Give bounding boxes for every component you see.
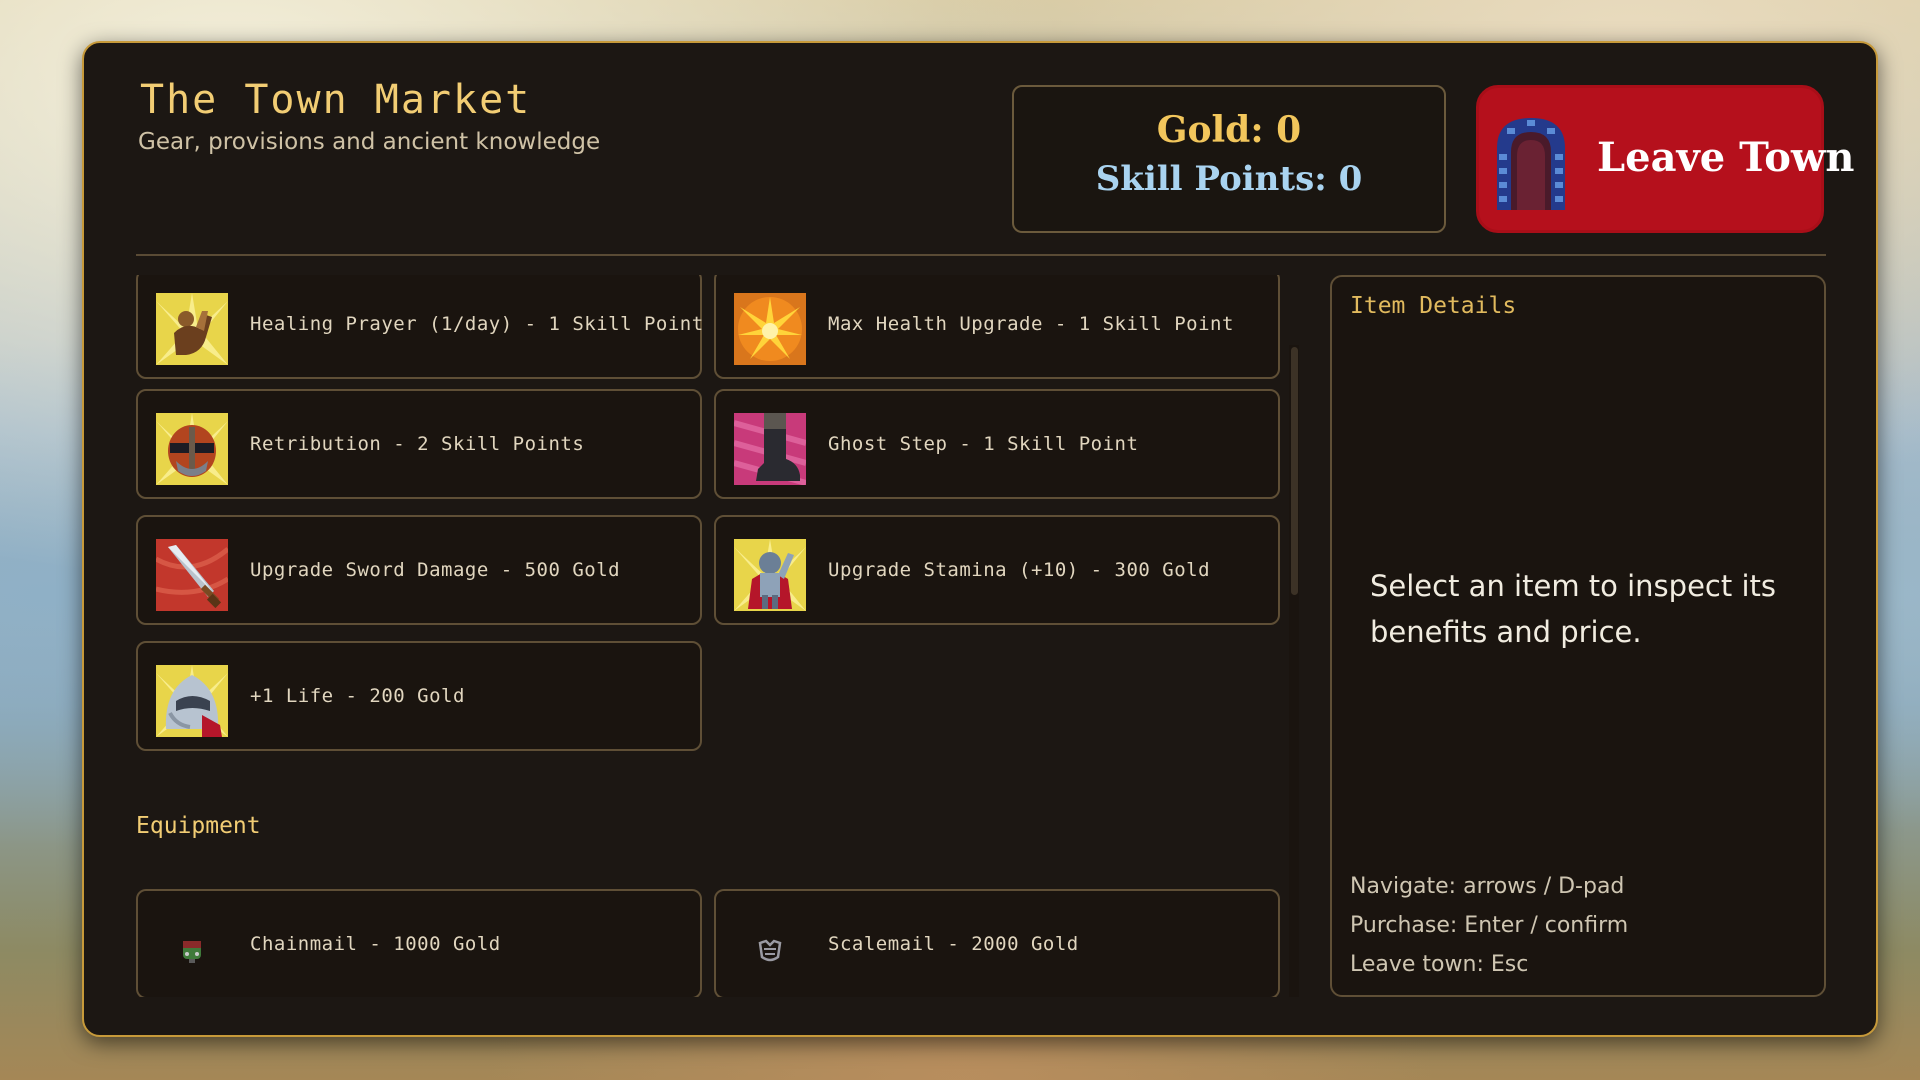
page-title: The Town Market bbox=[140, 77, 532, 123]
shop-item-healing-prayer[interactable]: Healing Prayer (1/day) - 1 Skill Point bbox=[136, 275, 704, 379]
shop-list: Healing Prayer (1/day) - 1 Skill Point M… bbox=[136, 275, 1296, 997]
sunburst-icon bbox=[734, 293, 806, 365]
shop-item-max-health-upgrade[interactable]: Max Health Upgrade - 1 Skill Point bbox=[714, 275, 1280, 379]
boot-icon bbox=[734, 413, 806, 485]
item-label: Healing Prayer (1/day) - 1 Skill Point bbox=[250, 313, 704, 335]
help-purchase: Purchase: Enter / confirm bbox=[1350, 913, 1629, 938]
help-navigate: Navigate: arrows / D-pad bbox=[1350, 874, 1625, 899]
knight-icon bbox=[734, 539, 806, 611]
scalemail-icon bbox=[758, 939, 782, 962]
page-subtitle: Gear, provisions and ancient knowledge bbox=[138, 129, 601, 155]
item-label: +1 Life - 200 Gold bbox=[250, 685, 465, 707]
chainmail-icon bbox=[183, 941, 201, 963]
skill-points-counter: Skill Points: 0 bbox=[1095, 159, 1363, 199]
scrollbar-thumb[interactable] bbox=[1291, 347, 1298, 595]
shop-item-ghost-step[interactable]: Ghost Step - 1 Skill Point bbox=[714, 389, 1280, 499]
shop-item-upgrade-stamina[interactable]: Upgrade Stamina (+10) - 300 Gold bbox=[714, 515, 1280, 625]
header-divider bbox=[136, 254, 1826, 256]
knight-helm-icon bbox=[156, 665, 228, 737]
item-label: Chainmail - 1000 Gold bbox=[250, 933, 501, 955]
item-label: Retribution - 2 Skill Points bbox=[250, 433, 585, 455]
shop-item-retribution[interactable]: Retribution - 2 Skill Points bbox=[136, 389, 702, 499]
item-label: Max Health Upgrade - 1 Skill Point bbox=[828, 313, 1234, 335]
market-panel: The Town Market Gear, provisions and anc… bbox=[82, 41, 1878, 1037]
item-label: Upgrade Stamina (+10) - 300 Gold bbox=[828, 559, 1211, 581]
shop-item-scalemail[interactable]: Scalemail - 2000 Gold bbox=[714, 889, 1280, 997]
equipment-section-title: Equipment bbox=[136, 813, 261, 839]
praying-figure-icon bbox=[156, 293, 228, 365]
gold-counter: Gold: 0 bbox=[1156, 109, 1302, 151]
item-details-prompt: Select an item to inspect its benefits a… bbox=[1370, 569, 1776, 650]
leave-town-label: Leave Town bbox=[1597, 134, 1855, 181]
item-label: Ghost Step - 1 Skill Point bbox=[828, 433, 1139, 455]
leave-town-button[interactable]: Leave Town bbox=[1476, 85, 1854, 233]
shop-item-upgrade-sword-damage[interactable]: Upgrade Sword Damage - 500 Gold bbox=[136, 515, 702, 625]
door-icon bbox=[1497, 118, 1565, 210]
item-label: Upgrade Sword Damage - 500 Gold bbox=[250, 559, 621, 581]
item-details-heading: Item Details bbox=[1350, 293, 1517, 319]
help-leave: Leave town: Esc bbox=[1350, 952, 1529, 977]
shop-item-chainmail[interactable]: Chainmail - 1000 Gold bbox=[136, 889, 702, 997]
controls-help: Navigate: arrows / D-pad Purchase: Enter… bbox=[1350, 867, 1628, 984]
shop-item-extra-life[interactable]: +1 Life - 200 Gold bbox=[136, 641, 702, 751]
currency-box: Gold: 0 Skill Points: 0 bbox=[1012, 85, 1446, 233]
item-details-panel: Item Details Select an item to inspect i… bbox=[1330, 275, 1826, 997]
helmet-icon bbox=[156, 413, 228, 485]
sword-icon bbox=[156, 539, 228, 611]
item-label: Scalemail - 2000 Gold bbox=[828, 933, 1079, 955]
